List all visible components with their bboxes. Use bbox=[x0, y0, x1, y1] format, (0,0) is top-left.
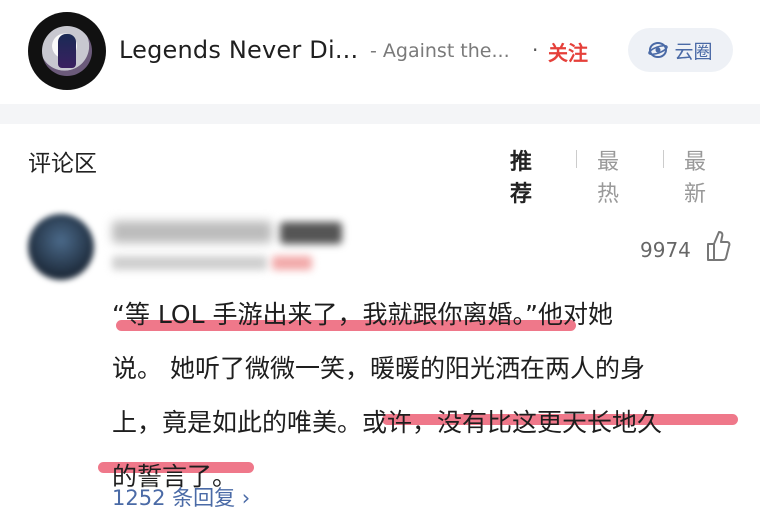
separator-dot: · bbox=[532, 38, 539, 62]
comment-line: 说。 她听了微微一笑，暖暖的阳光洒在两人的身 bbox=[112, 354, 645, 383]
cloud-circle-icon bbox=[648, 42, 669, 58]
comment-line: “等 LOL 手游出来了，我就跟你离婚。”他对她 bbox=[112, 300, 613, 329]
comment-line: 上，竟是如此的唯美。或许，没有比这更天长地久 bbox=[112, 408, 663, 437]
album-cover-avatar[interactable] bbox=[28, 12, 106, 90]
comments-section-title: 评论区 bbox=[28, 151, 97, 177]
tab-hottest[interactable]: 最热 bbox=[597, 144, 619, 208]
comment-date-blurred bbox=[112, 256, 267, 270]
comment-body: “等 LOL 手游出来了，我就跟你离婚。”他对她 说。 她听了微微一笑，暖暖的阳… bbox=[112, 288, 742, 504]
thumbs-up-icon[interactable] bbox=[704, 228, 732, 264]
section-divider bbox=[0, 104, 760, 124]
album-art bbox=[42, 26, 92, 76]
tab-separator bbox=[663, 150, 664, 168]
cloud-circle-button[interactable]: 云圈 bbox=[628, 28, 733, 72]
comment-location-blurred bbox=[272, 256, 312, 270]
song-title[interactable]: Legends Never Di... bbox=[119, 36, 358, 64]
tab-newest[interactable]: 最新 bbox=[684, 144, 706, 208]
commenter-avatar[interactable] bbox=[28, 214, 94, 280]
cloud-circle-label: 云圈 bbox=[674, 40, 713, 63]
tab-separator bbox=[576, 150, 577, 168]
song-artist[interactable]: - Against the... bbox=[370, 40, 510, 62]
view-replies-link[interactable]: 1252 条回复 › bbox=[112, 482, 250, 512]
commenter-name-blurred bbox=[112, 221, 272, 243]
commenter-badge-blurred bbox=[280, 222, 342, 244]
follow-button[interactable]: 关注 bbox=[548, 37, 588, 66]
tab-recommended[interactable]: 推荐 bbox=[510, 144, 532, 208]
like-count: 9974 bbox=[640, 238, 691, 262]
song-header: Legends Never Di... - Against the... · 关… bbox=[0, 0, 760, 104]
